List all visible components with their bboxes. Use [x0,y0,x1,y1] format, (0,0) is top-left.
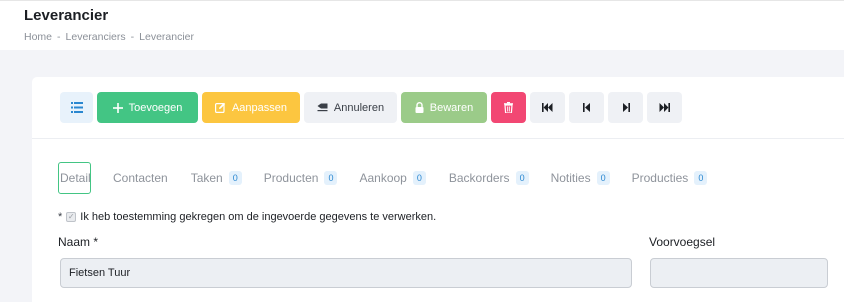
tab-label: Taken [190,171,223,185]
consent-row: * ✓ Ik heb toestemming gekregen om de in… [58,211,436,223]
breadcrumb-item-leveranciers[interactable]: Leveranciers [66,31,126,43]
name-field[interactable] [60,258,632,288]
required-asterisk: * [58,211,63,223]
tab-label: Contacten [113,171,168,185]
edit-icon [214,102,226,113]
first-icon [542,103,553,112]
trash-icon [504,102,513,113]
previous-icon [582,103,591,112]
cancel-button-label: Annuleren [333,101,385,114]
tab-label: Detail [60,171,91,185]
breadcrumb-item-home[interactable]: Home [24,31,52,43]
first-record-button[interactable] [530,92,565,123]
list-button[interactable] [60,92,93,123]
count-badge: 0 [694,171,708,185]
tab-notities[interactable]: Notities 0 [551,162,610,194]
save-button-label: Bewaren [429,101,474,114]
last-record-button[interactable] [647,92,682,123]
count-badge: 0 [228,171,242,185]
breadcrumb: Home - Leveranciers - Leverancier [24,31,194,43]
previous-record-button[interactable] [569,92,604,123]
tab-contacten[interactable]: Contacten [113,162,168,194]
consent-label: Ik heb toestemming gekregen om de ingevo… [80,211,437,223]
next-icon [622,103,630,112]
plus-icon [112,102,123,113]
tab-label: Producten [263,171,319,185]
list-icon [70,102,83,113]
breadcrumb-item-leverancier: Leverancier [139,31,195,43]
tab-taken[interactable]: Taken 0 [191,162,242,194]
prefix-label: Voorvoegsel [649,235,716,249]
tab-aankoop[interactable]: Aankoop 0 [359,162,426,194]
toolbar: Toevoegen Aanpassen Annuleren Bewaren [60,92,682,123]
tab-label: Backorders [448,171,510,185]
tab-label: Notities [550,171,591,185]
tab-label: Producties [631,171,689,185]
breadcrumb-separator: - [57,31,61,43]
delete-button[interactable] [491,92,526,123]
count-badge: 0 [515,171,529,185]
toolbar-divider [32,138,844,139]
edit-button[interactable]: Aanpassen [202,92,300,123]
tab-label: Aankoop [359,171,407,185]
detail-card: Toevoegen Aanpassen Annuleren Bewaren De… [32,77,844,302]
tab-producties[interactable]: Producties 0 [632,162,708,194]
eraser-icon [317,103,328,112]
consent-checkbox[interactable]: ✓ [66,212,77,222]
count-badge: 0 [412,171,426,185]
tab-detail[interactable]: Detail [58,162,91,194]
cancel-button[interactable]: Annuleren [304,92,397,123]
add-button-label: Toevoegen [128,101,183,114]
lock-icon [415,102,424,113]
page-header: Leverancier Home - Leveranciers - Levera… [0,0,844,50]
tab-bar: Detail Contacten Taken 0 Producten 0 Aan… [58,162,708,194]
tab-backorders[interactable]: Backorders 0 [449,162,529,194]
add-button[interactable]: Toevoegen [97,92,198,123]
page-title: Leverancier [24,7,109,24]
edit-button-label: Aanpassen [231,101,288,114]
save-button[interactable]: Bewaren [401,92,487,123]
last-icon [659,103,670,112]
count-badge: 0 [324,171,338,185]
breadcrumb-separator: - [130,31,135,43]
tab-producten[interactable]: Producten 0 [264,162,338,194]
name-label: Naam * [58,235,99,249]
next-record-button[interactable] [608,92,643,123]
count-badge: 0 [596,171,610,185]
prefix-field[interactable] [650,258,828,288]
